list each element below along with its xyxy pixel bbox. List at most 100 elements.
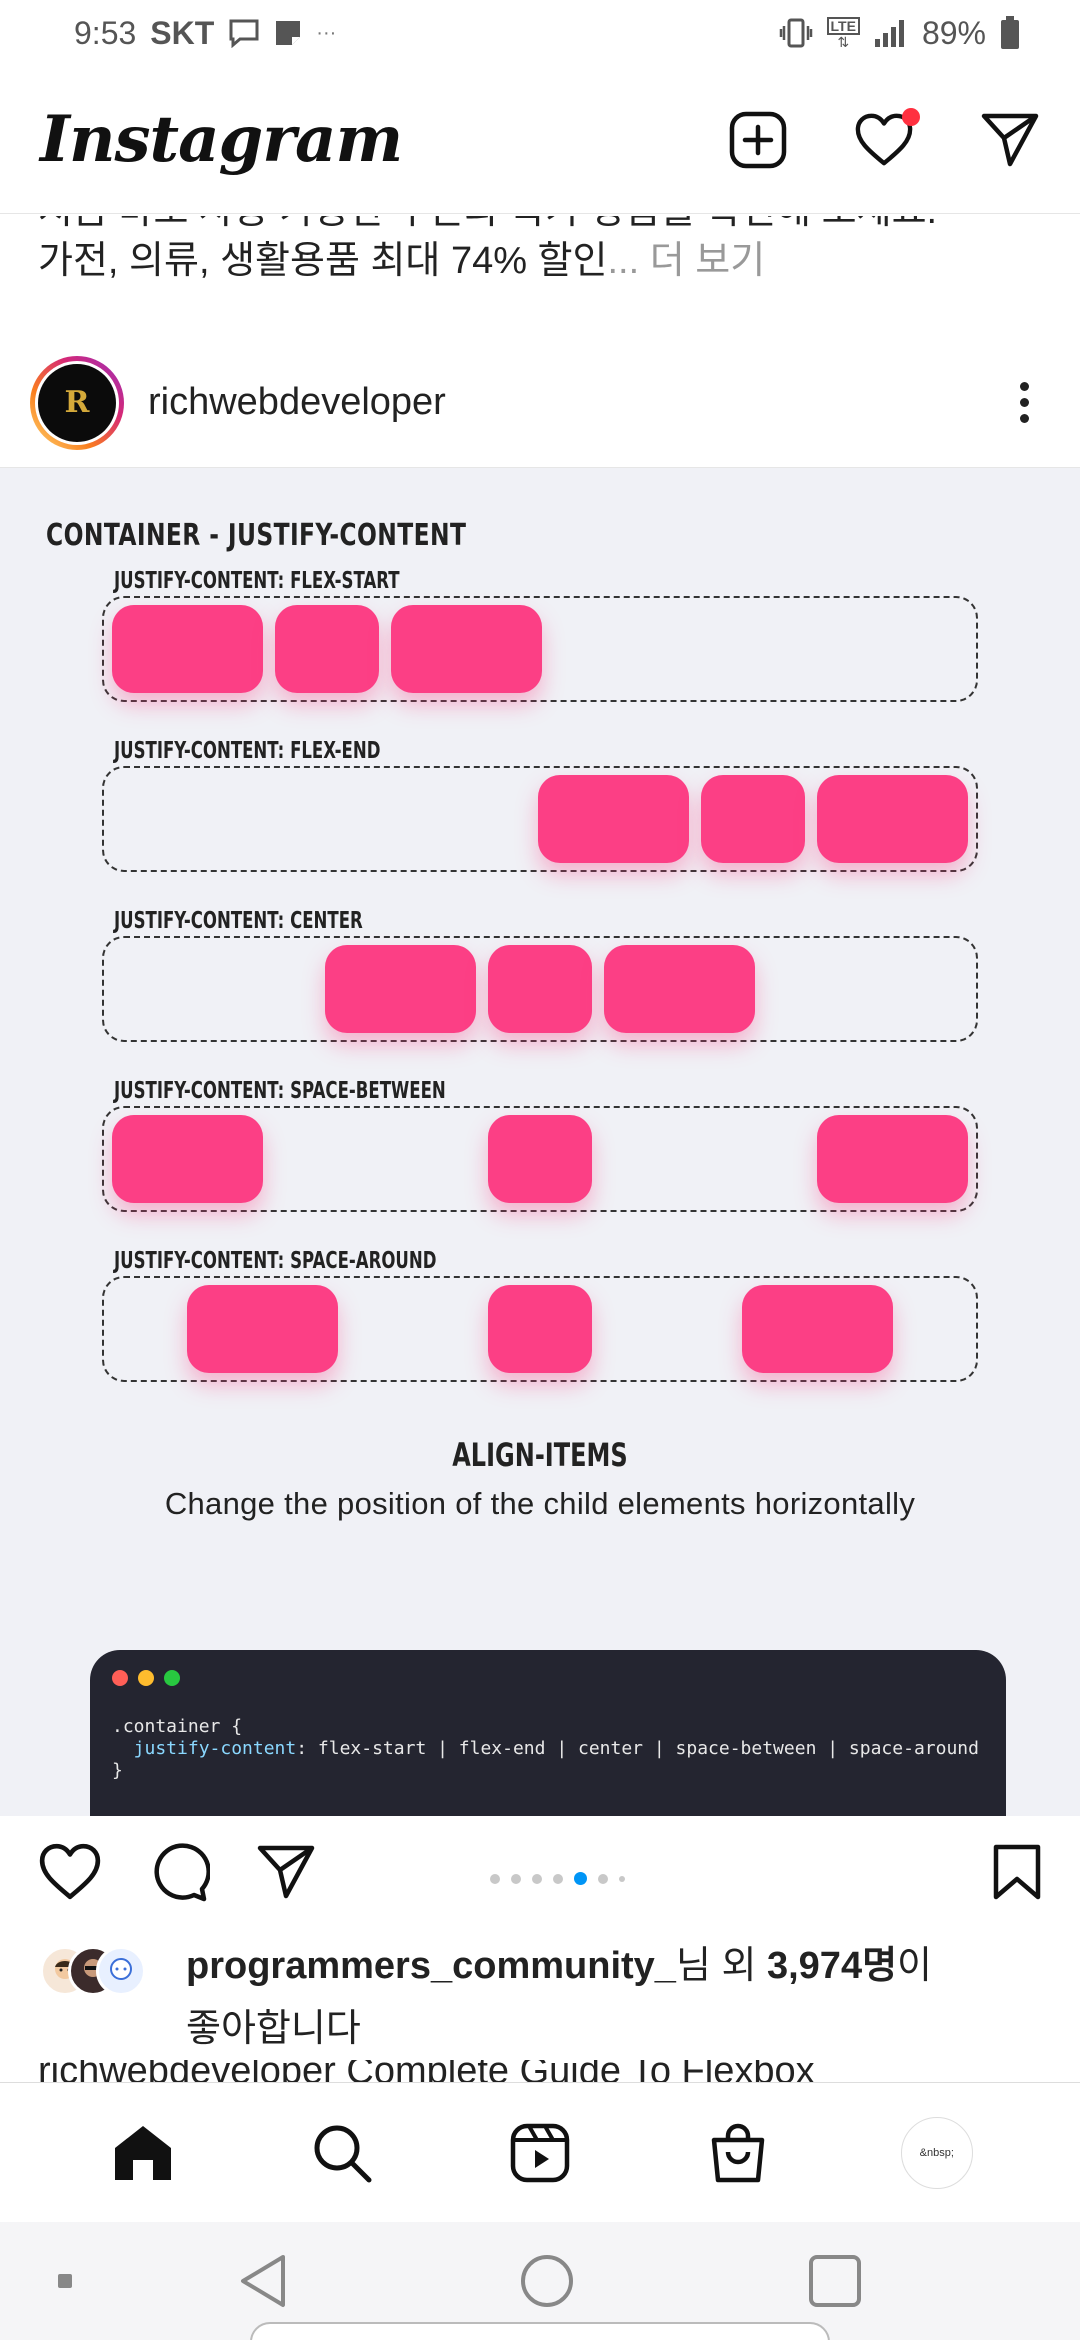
post-image-content[interactable]: CONTAINER - JUSTIFY-CONTENT JUSTIFY-CONT… [0, 468, 1080, 1816]
flex-item [275, 605, 379, 693]
back-icon [241, 2255, 285, 2307]
nav-drawer-button[interactable] [30, 2246, 100, 2316]
system-nav-bar [0, 2222, 1080, 2340]
code-block: .container { justify-content: flex-start… [112, 1716, 984, 1782]
flex-item [604, 945, 755, 1033]
code-property: justify-content [112, 1738, 297, 1759]
battery-percent: 89% [921, 14, 986, 51]
message-icon [228, 18, 260, 48]
user-avatar[interactable]: R [30, 355, 124, 450]
likes-suffix: 이 [897, 1945, 933, 1987]
heart-icon [39, 1843, 101, 1899]
demo-box-space-around [102, 1276, 978, 1382]
code-value: : flex-start | flex-end | center | space… [296, 1738, 979, 1759]
demo-label-flex-end: JUSTIFY-CONTENT: FLEX-END [114, 738, 381, 764]
window-controls [112, 1670, 984, 1686]
avatar-logo: R [38, 363, 116, 442]
likes-count[interactable]: 3,974명 [767, 1945, 897, 1987]
post-options-icon[interactable] [1012, 382, 1036, 423]
signal-icon [874, 18, 908, 48]
maximize-dot [164, 1670, 180, 1686]
demo-label-space-around: JUSTIFY-CONTENT: SPACE-AROUND [114, 1248, 437, 1274]
carousel-dot [532, 1873, 542, 1884]
direct-message-icon [981, 113, 1039, 166]
likes-summary-line2: 좋아합니다 [186, 2008, 361, 2050]
demo-label-flex-start: JUSTIFY-CONTENT: FLEX-START [114, 568, 400, 594]
home-button[interactable] [512, 2246, 582, 2316]
likes-mid-text: 님 외 [675, 1945, 767, 1987]
lte-icon: LTE ⇅ [826, 17, 860, 49]
code-line-1: .container { [112, 1716, 243, 1737]
share-button[interactable] [256, 1844, 316, 1905]
nav-profile[interactable]: &nbsp; [897, 2113, 977, 2193]
recents-icon [809, 2255, 861, 2307]
note-icon [274, 19, 302, 47]
carousel-dot [619, 1875, 625, 1882]
flex-item [488, 1115, 592, 1203]
demo-box-flex-start [102, 596, 978, 702]
demo-box-center [102, 936, 978, 1042]
lte-label: LTE [826, 17, 860, 35]
flex-item [742, 1285, 893, 1373]
direct-messages-button[interactable] [980, 110, 1040, 170]
post-username[interactable]: richwebdeveloper [148, 381, 446, 424]
vibrate-icon [779, 17, 813, 49]
notification-dot [902, 107, 920, 126]
previous-post-caption: 지금 바로 사용 가능한 쿠폰과 특가 상품을 확인해 보세요. 가전, 의류,… [38, 216, 1038, 336]
previous-caption-cut-line: 지금 바로 사용 가능한 쿠폰과 특가 상품을 확인해 보세요. [38, 216, 1038, 236]
liker-username[interactable]: programmers_community_ [186, 1945, 676, 1987]
recents-button[interactable] [800, 2246, 870, 2316]
flex-item [325, 945, 476, 1033]
flex-item [817, 775, 968, 863]
profile-avatar: &nbsp; [900, 2116, 973, 2189]
search-icon [314, 2125, 372, 2182]
demo-label-space-between: JUSTIFY-CONTENT: SPACE-BETWEEN [114, 1078, 446, 1104]
liker-avatar [96, 1946, 146, 1996]
bookmark-icon [993, 1844, 1041, 1899]
flex-item [187, 1285, 338, 1373]
code-window: .container { justify-content: flex-start… [90, 1650, 1006, 1816]
save-button[interactable] [992, 1843, 1042, 1906]
comment-icon [154, 1842, 211, 1901]
bottom-nav: &nbsp; [0, 2082, 1080, 2222]
shop-icon [712, 2123, 765, 2182]
instagram-logo[interactable]: Instagram [40, 102, 403, 177]
slide-title: CONTAINER - JUSTIFY-CONTENT [46, 518, 467, 553]
battery-icon [1000, 16, 1020, 50]
flex-item [817, 1115, 968, 1203]
back-button[interactable] [228, 2246, 298, 2316]
carousel-dot-active [574, 1872, 587, 1885]
status-time: 9:53 [74, 14, 137, 51]
nav-home[interactable] [103, 2113, 183, 2193]
carousel-dot [511, 1873, 521, 1884]
gesture-handle[interactable] [250, 2322, 830, 2340]
share-icon [257, 1845, 315, 1898]
carousel-dot [598, 1873, 608, 1884]
nav-shop[interactable] [698, 2113, 778, 2193]
comment-button[interactable] [148, 1841, 211, 1908]
flex-item [112, 605, 263, 693]
new-post-button[interactable] [728, 110, 788, 170]
post-caption-text: richwebdeveloper Complete Guide To Flexb… [38, 2060, 815, 2082]
carousel-dot [553, 1873, 563, 1884]
new-post-icon [729, 111, 787, 168]
more-link[interactable]: ... 더 보기 [607, 240, 765, 282]
section-subtitle: Change the position of the child element… [164, 1486, 916, 1521]
liker-avatars[interactable] [40, 1938, 180, 1998]
flex-item [112, 1115, 263, 1203]
carousel-indicator [490, 1872, 625, 1885]
like-button[interactable] [38, 1843, 102, 1906]
minimize-dot [138, 1670, 154, 1686]
flex-item [488, 1285, 592, 1373]
nav-search[interactable] [302, 2113, 382, 2193]
top-app-bar: Instagram [0, 66, 1080, 214]
demo-label-center: JUSTIFY-CONTENT: CENTER [114, 908, 363, 934]
post-action-bar [0, 1816, 1080, 1932]
carousel-dot [490, 1873, 500, 1884]
home-circle-icon [521, 2255, 573, 2307]
likes-summary[interactable]: programmers_community_님 외 3,974명이 [186, 1938, 932, 1994]
flex-item [391, 605, 542, 693]
nav-reels[interactable] [500, 2113, 580, 2193]
likes-row: programmers_community_님 외 3,974명이 [40, 1938, 1040, 1998]
activity-button[interactable] [854, 107, 920, 170]
